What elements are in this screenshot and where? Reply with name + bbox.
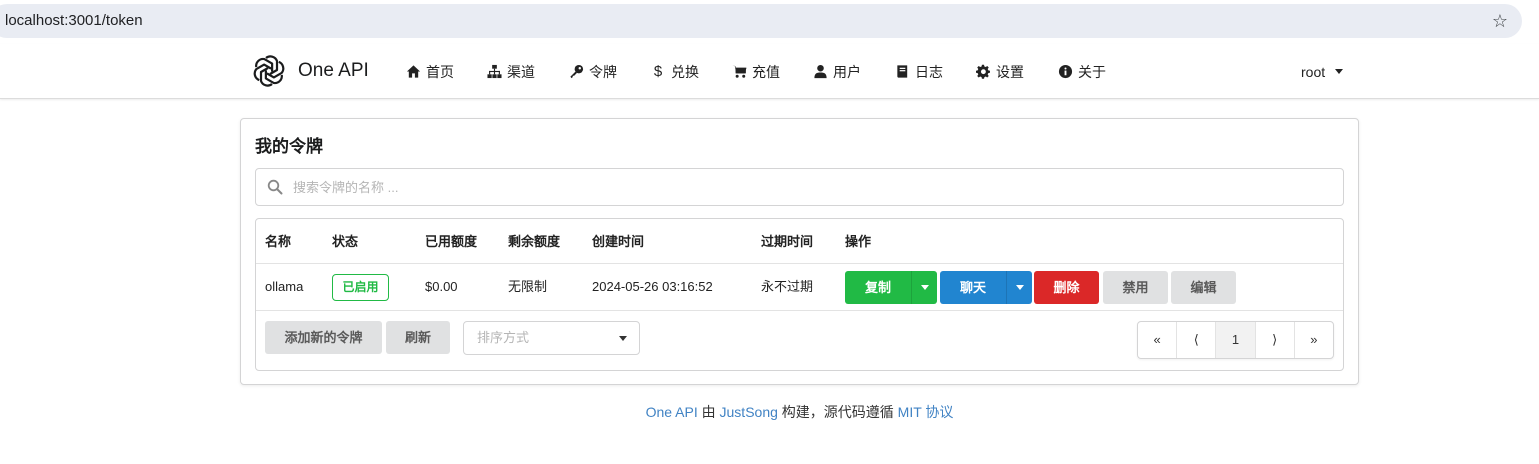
column-header-status[interactable]: 状态 bbox=[332, 219, 358, 264]
search-input[interactable] bbox=[293, 169, 1333, 205]
brand-name: One API bbox=[298, 60, 369, 81]
brand[interactable]: One API bbox=[251, 52, 369, 90]
nav-label: 用户 bbox=[833, 63, 861, 80]
chat-button-group: 聊天 bbox=[940, 271, 1032, 304]
nav-item-topup[interactable]: 充值 bbox=[731, 44, 780, 99]
chevron-down-icon bbox=[1335, 69, 1344, 74]
copy-button-group: 复制 bbox=[845, 271, 937, 304]
chevron-down-icon bbox=[619, 336, 627, 341]
pagination-prev[interactable]: ⟨ bbox=[1177, 322, 1217, 358]
pagination: « ⟨ 1 ⟩ » bbox=[1137, 321, 1334, 359]
address-bar[interactable]: localhost:3001/token ☆ bbox=[0, 4, 1522, 38]
nav-item-home[interactable]: 首页 bbox=[405, 44, 454, 99]
nav-label: 日志 bbox=[915, 63, 943, 80]
sitemap-icon bbox=[486, 64, 502, 80]
key-icon bbox=[568, 64, 584, 80]
disable-button[interactable]: 禁用 bbox=[1103, 271, 1168, 304]
copy-button[interactable]: 复制 bbox=[845, 271, 911, 304]
copy-dropdown-toggle[interactable] bbox=[911, 271, 937, 304]
footer-link-author[interactable]: JustSong bbox=[720, 404, 778, 420]
delete-button[interactable]: 删除 bbox=[1034, 271, 1099, 304]
tokens-table: 名称 状态 已用额度 剩余额度 创建时间 过期时间 操作 ollama 已启用 … bbox=[255, 218, 1344, 371]
column-header-name[interactable]: 名称 bbox=[265, 219, 291, 264]
book-icon bbox=[894, 64, 910, 80]
home-icon bbox=[405, 64, 421, 80]
expire-time: 永不过期 bbox=[761, 279, 814, 294]
nav-item-redeem[interactable]: $ 兑换 bbox=[650, 44, 699, 99]
nav-label: 兑换 bbox=[671, 63, 699, 80]
pagination-last[interactable]: » bbox=[1295, 322, 1333, 358]
nav-item-settings[interactable]: 设置 bbox=[975, 44, 1024, 99]
tokens-card: 我的令牌 名称 状态 已用额度 剩余额度 创建时间 过期时间 操作 ollama… bbox=[240, 118, 1359, 385]
nav-label: 设置 bbox=[996, 63, 1024, 80]
refresh-button[interactable]: 刷新 bbox=[386, 321, 450, 354]
search-icon bbox=[267, 179, 283, 195]
table-footer: 添加新的令牌 刷新 排序方式 « ⟨ 1 ⟩ » bbox=[256, 311, 1343, 371]
cart-icon bbox=[731, 64, 747, 80]
chevron-down-icon bbox=[921, 285, 929, 290]
url-text[interactable]: localhost:3001/token bbox=[5, 4, 143, 38]
chevron-down-icon bbox=[1016, 285, 1024, 290]
pagination-first[interactable]: « bbox=[1138, 322, 1178, 358]
bookmark-star-icon[interactable]: ☆ bbox=[1492, 4, 1508, 38]
user-dropdown[interactable]: root bbox=[1301, 44, 1344, 99]
column-header-actions: 操作 bbox=[845, 234, 872, 249]
nav-item-logs[interactable]: 日志 bbox=[894, 44, 943, 99]
column-header-used[interactable]: 已用额度 bbox=[425, 219, 477, 264]
sort-select[interactable]: 排序方式 bbox=[463, 321, 640, 355]
column-header-expires[interactable]: 过期时间 bbox=[761, 219, 813, 264]
nav-item-channels[interactable]: 渠道 bbox=[486, 44, 535, 99]
username: root bbox=[1301, 63, 1326, 80]
nav-label: 充值 bbox=[752, 63, 780, 80]
column-header-created[interactable]: 创建时间 bbox=[592, 219, 644, 264]
table-row: ollama 已启用 $0.00 无限制 2024-05-26 03:16:52… bbox=[256, 264, 1343, 311]
column-header-remaining[interactable]: 剩余额度 bbox=[508, 219, 560, 264]
nav-item-users[interactable]: 用户 bbox=[812, 44, 861, 99]
edit-button[interactable]: 编辑 bbox=[1171, 271, 1236, 304]
nav-item-about[interactable]: 关于 bbox=[1057, 44, 1106, 99]
chat-button[interactable]: 聊天 bbox=[940, 271, 1006, 304]
footer-text: 由 bbox=[697, 404, 720, 420]
site-footer: One API 由 JustSong 构建，源代码遵循 MIT 协议 bbox=[0, 402, 1539, 422]
footer-text: 构建，源代码遵循 bbox=[777, 404, 898, 420]
openai-logo-icon bbox=[253, 55, 285, 87]
pagination-next[interactable]: ⟩ bbox=[1256, 322, 1295, 358]
gear-icon bbox=[975, 64, 991, 80]
user-icon bbox=[812, 64, 828, 80]
nav-label: 渠道 bbox=[507, 63, 535, 80]
chat-dropdown-toggle[interactable] bbox=[1006, 271, 1032, 304]
status-badge: 已启用 bbox=[332, 274, 389, 301]
footer-link-oneapi[interactable]: One API bbox=[646, 404, 698, 420]
search-box bbox=[255, 168, 1344, 206]
browser-toolbar: localhost:3001/token ☆ bbox=[0, 0, 1539, 44]
used-quota: $0.00 bbox=[425, 279, 458, 294]
pagination-page-current[interactable]: 1 bbox=[1216, 322, 1256, 358]
nav-label: 首页 bbox=[426, 63, 454, 80]
top-navbar: One API 首页 渠道 令牌 $ 兑换 充值 用户 日志 设置 关于 roo… bbox=[0, 44, 1539, 99]
created-time: 2024-05-26 03:16:52 bbox=[592, 279, 713, 294]
footer-link-license[interactable]: MIT 协议 bbox=[898, 404, 954, 420]
nav-label: 关于 bbox=[1078, 63, 1106, 80]
dollar-icon: $ bbox=[653, 63, 663, 80]
info-icon bbox=[1057, 64, 1073, 80]
token-name: ollama bbox=[265, 279, 304, 294]
remaining-quota: 无限制 bbox=[508, 279, 548, 294]
table-header: 名称 状态 已用额度 剩余额度 创建时间 过期时间 操作 bbox=[256, 219, 1343, 264]
sort-select-placeholder: 排序方式 bbox=[477, 330, 530, 345]
nav-item-tokens[interactable]: 令牌 bbox=[568, 44, 617, 99]
page-title: 我的令牌 bbox=[255, 137, 323, 156]
add-token-button[interactable]: 添加新的令牌 bbox=[265, 321, 382, 354]
nav-label: 令牌 bbox=[589, 63, 617, 80]
